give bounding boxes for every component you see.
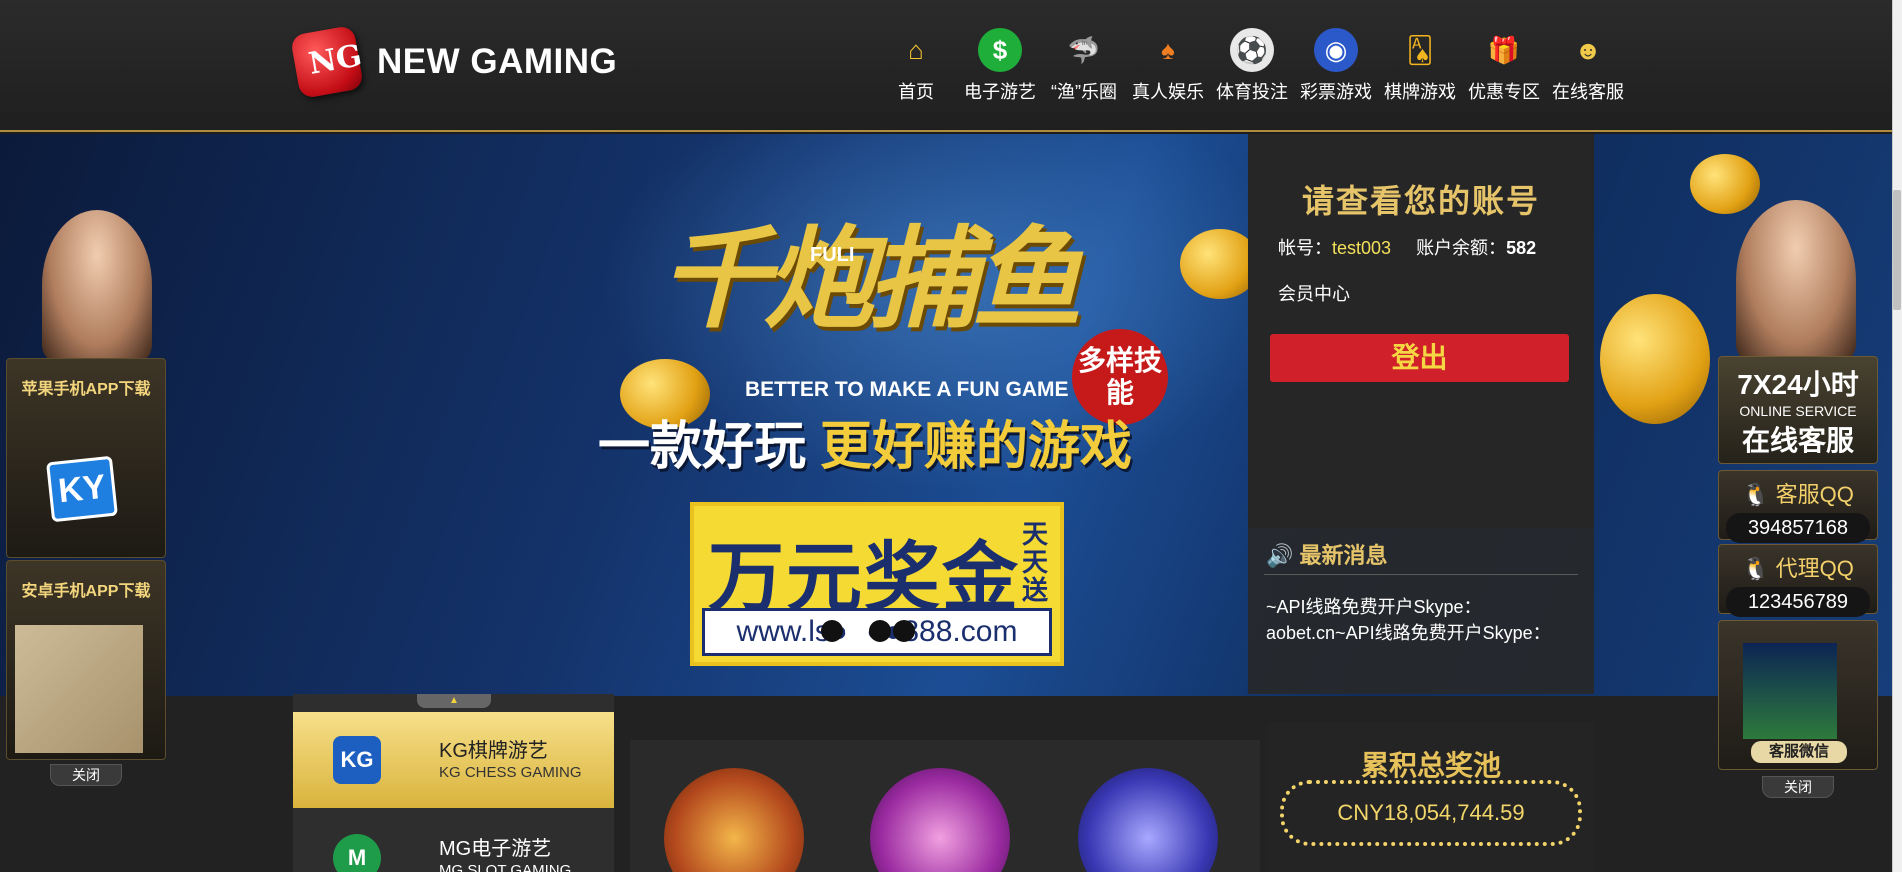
gold-coin-decoration (1600, 294, 1710, 424)
carousel-dot[interactable] (893, 620, 915, 642)
news-panel: 🔊 最新消息 ~API线路免费开户Skype：aobet.cn~API线路免费开… (1248, 528, 1594, 694)
nav-slots[interactable]: $ 电子游艺 (958, 22, 1042, 104)
nav-sports[interactable]: ⚽ 体育投注 (1210, 22, 1294, 104)
dice-logo-icon: NG (289, 24, 364, 100)
agent-qq-number: 123456789 (1726, 587, 1870, 617)
agent-qq-card[interactable]: 🐧 代理QQ 123456789 (1718, 544, 1878, 617)
jackpot-panel: 累积总奖池 CNY18,054,744.59 (1268, 722, 1594, 872)
carousel-dot-active[interactable] (845, 620, 867, 642)
support-qq-card[interactable]: 🐧 客服QQ 394857168 (1718, 470, 1878, 543)
shark-icon: 🦈 (1067, 34, 1101, 65)
playing-card-icon: ♠ (1161, 34, 1175, 65)
speaker-icon: 🔊 (1266, 543, 1294, 568)
carousel-dots (821, 620, 915, 642)
promo-girl-image (42, 210, 152, 360)
featured-games (630, 740, 1260, 872)
scrollbar-thumb[interactable] (1893, 190, 1901, 310)
game-thumbnail-poker[interactable] (870, 768, 1010, 872)
game-thumbnail-dealer[interactable] (1078, 768, 1218, 872)
kg-logo-icon: KG (333, 736, 381, 784)
android-download-card[interactable]: 安卓手机APP下载 (6, 560, 166, 760)
nav-chess-cards[interactable]: 🂡 棋牌游戏 (1378, 22, 1462, 104)
nav-home[interactable]: ⌂ 首页 (874, 22, 958, 104)
promo-girl-image (1736, 200, 1856, 360)
top-header: NG NEW GAMING ⌂ 首页 $ 电子游艺 🦈 “渔”乐圈 ♠ 真人娱乐… (0, 0, 1892, 132)
dollar-coin-icon: $ (978, 28, 1022, 72)
hero-banner[interactable]: 千炮捕鱼 FULI 多样技能 BETTER TO MAKE A FUN GAME… (0, 134, 1892, 696)
nav-live-casino[interactable]: ♠ 真人娱乐 (1126, 22, 1210, 104)
gift-icon: 🎁 (1487, 34, 1521, 65)
soccer-ball-icon: ⚽ (1230, 28, 1274, 72)
brand-logo[interactable]: NG NEW GAMING (289, 24, 618, 100)
wechat-qr-image (1743, 643, 1837, 739)
game-category-mg[interactable]: M MG电子游艺 MG SLOT GAMING (293, 810, 614, 872)
nav-support[interactable]: ☻ 在线客服 (1546, 22, 1630, 104)
news-ticker: ~API线路免费开户Skype：aobet.cn~API线路免费开户Skype： (1266, 597, 1551, 643)
nav-lottery[interactable]: ◉ 彩票游戏 (1294, 22, 1378, 104)
banner-tagline: BETTER TO MAKE A FUN GAME (745, 378, 1069, 401)
qq-penguin-icon: 🐧 (1742, 482, 1770, 507)
lottery-ball-icon: ◉ (1314, 28, 1358, 72)
ky-app-logo-icon: KY (46, 455, 118, 523)
brand-name: NEW GAMING (377, 42, 618, 81)
banner-slogan: 一款好玩 更好赚的游戏 (598, 418, 1133, 476)
page-scrollbar[interactable] (1892, 0, 1902, 872)
logout-button[interactable]: 登出 (1270, 334, 1569, 382)
left-close-button[interactable]: 关闭 (50, 764, 122, 786)
fuli-badge: FULI (810, 244, 855, 266)
banner-title: 千炮捕鱼 (660, 214, 1082, 343)
account-balance: 582 (1506, 238, 1537, 258)
gold-coin-decoration (1690, 154, 1760, 214)
cards-fan-icon: 🂡 (1406, 34, 1434, 65)
wechat-card[interactable]: 客服微信 (1718, 620, 1878, 770)
jackpot-value: CNY18,054,744.59 (1280, 780, 1582, 846)
member-center-link[interactable]: 会员中心 (1278, 280, 1350, 306)
account-title: 请查看您的账号 (1301, 183, 1540, 219)
mg-logo-icon: M (333, 834, 381, 872)
nav-promotions[interactable]: 🎁 优惠专区 (1462, 22, 1546, 104)
news-title: 🔊 最新消息 (1266, 543, 1388, 568)
account-info: 帐号：test003 账户余额：582 (1278, 238, 1537, 258)
collapse-arrow-icon[interactable]: ▲ (417, 694, 491, 708)
nav-fishing[interactable]: 🦈 “渔”乐圈 (1042, 22, 1126, 104)
jackpot-title: 累积总奖池 (1360, 750, 1501, 781)
support-qq-number: 394857168 (1726, 513, 1870, 543)
support-agent-icon: ☻ (1574, 34, 1602, 65)
account-username: test003 (1332, 238, 1392, 258)
game-category-kg[interactable]: KG KG棋牌游艺 KG CHESS GAMING (293, 712, 614, 808)
android-qr-image (15, 625, 143, 753)
qq-penguin-icon: 🐧 (1742, 556, 1770, 581)
right-close-button[interactable]: 关闭 (1762, 776, 1834, 798)
carousel-dot[interactable] (821, 620, 843, 642)
game-thumbnail-bull[interactable] (664, 768, 804, 872)
game-category-list: ▲ KG KG棋牌游艺 KG CHESS GAMING M MG电子游艺 MG … (293, 694, 614, 872)
ios-download-card[interactable]: 苹果手机APP下载 KY (6, 358, 166, 558)
main-nav: ⌂ 首页 $ 电子游艺 🦈 “渔”乐圈 ♠ 真人娱乐 ⚽ 体育投注 ◉ 彩票游戏… (874, 22, 1630, 104)
home-icon: ⌂ (908, 34, 924, 65)
online-service-card[interactable]: 7X24小时 ONLINE SERVICE 在线客服 (1718, 356, 1878, 464)
carousel-dot[interactable] (869, 620, 891, 642)
account-panel: 请查看您的账号 帐号：test003 账户余额：582 会员中心 登出 (1248, 134, 1594, 528)
